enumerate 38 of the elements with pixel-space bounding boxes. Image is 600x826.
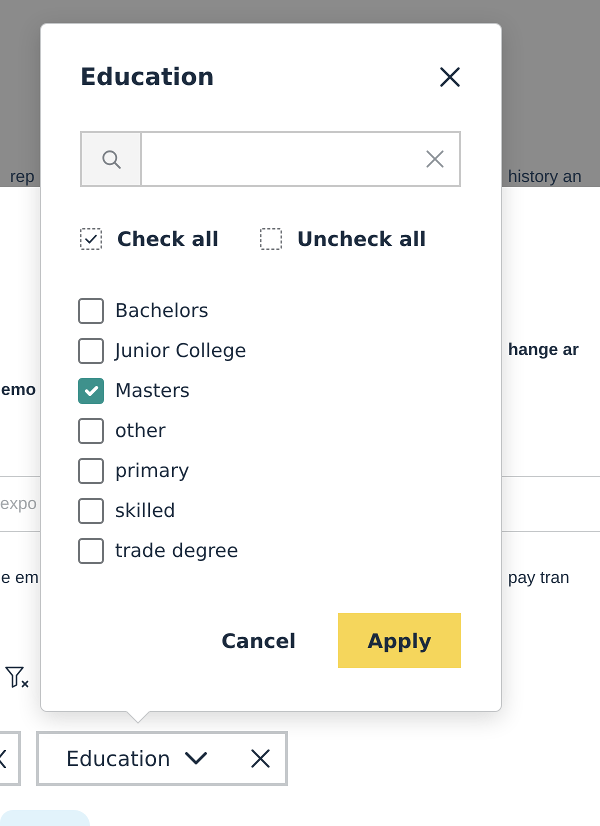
option-checkbox[interactable] [78, 538, 104, 564]
search-icon [102, 150, 120, 168]
dashed-checkbox-icon [80, 228, 102, 250]
option-checkbox[interactable] [78, 458, 104, 484]
close-icon[interactable] [251, 749, 270, 768]
filter-chip[interactable]: Education [36, 731, 288, 786]
close-icon [440, 67, 460, 87]
check-all-button[interactable]: Check all [80, 227, 219, 251]
chevron-down-icon[interactable] [184, 752, 207, 765]
option-checkbox[interactable] [78, 338, 104, 364]
close-icon[interactable] [0, 750, 6, 768]
option-label[interactable]: trade degree [115, 539, 238, 563]
option-label[interactable]: skilled [115, 499, 176, 523]
body-text: rep [9, 167, 36, 187]
option-label[interactable]: Bachelors [115, 299, 208, 323]
option-checkbox[interactable] [78, 298, 104, 324]
option-checkbox[interactable] [78, 418, 104, 444]
filter-chip[interactable] [0, 731, 21, 786]
filter-clear-icon[interactable] [5, 666, 29, 688]
heading-text: hange ar [507, 339, 580, 361]
body-text: history an [507, 167, 583, 187]
option-label[interactable]: primary [115, 459, 190, 483]
label-text: emo [0, 379, 37, 401]
body-text: e em [0, 567, 40, 589]
option-checkbox[interactable] [78, 378, 104, 404]
apply-button[interactable]: Apply [338, 613, 461, 668]
body-text: pay tran [507, 567, 570, 589]
search-field[interactable] [142, 131, 461, 187]
popover-title: Education [80, 62, 214, 92]
option-label[interactable]: Junior College [115, 339, 246, 363]
dashed-box-icon [260, 228, 282, 250]
close-icon [426, 150, 444, 168]
option-label[interactable]: Masters [115, 379, 190, 403]
cancel-button[interactable]: Cancel [221, 628, 296, 652]
filter-label[interactable]: Education [66, 746, 171, 772]
uncheck-all-button[interactable]: Uncheck all [260, 227, 426, 251]
option-checkbox[interactable] [78, 498, 104, 524]
option-label[interactable]: other [115, 419, 166, 443]
